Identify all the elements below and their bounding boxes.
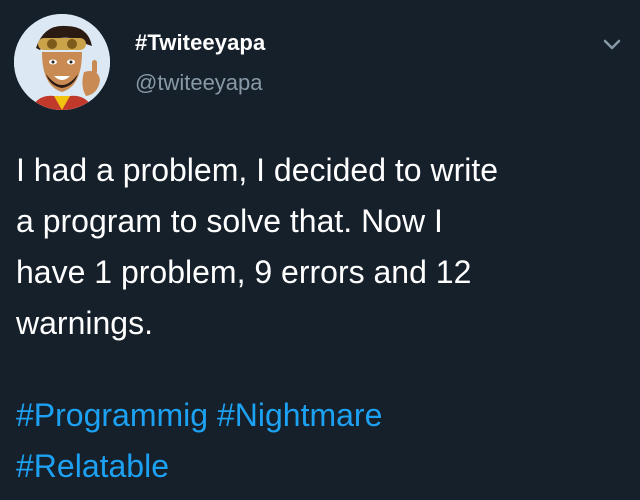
tweet-text-line: warnings.	[16, 305, 153, 341]
hashtag-list: #Programmig #Nightmare #Relatable	[16, 390, 626, 492]
user-handle[interactable]: @twiteeyapa	[135, 70, 263, 96]
display-name[interactable]: #Twiteeyapa	[135, 30, 265, 56]
avatar[interactable]	[14, 14, 110, 110]
tweet-text-line: I had a problem, I decided to write	[16, 152, 499, 188]
tweet-text-line: have 1 problem, 9 errors and 12	[16, 254, 472, 290]
hashtag-programmig[interactable]: #Programmig	[16, 397, 208, 433]
tweet-text: I had a problem, I decided to write a pr…	[16, 145, 626, 349]
tweet-text-line: a program to solve that. Now I	[16, 203, 443, 239]
cartoon-avatar-image	[14, 14, 110, 110]
hashtag-nightmare[interactable]: #Nightmare	[217, 397, 382, 433]
hashtag-relatable[interactable]: #Relatable	[16, 448, 169, 484]
chevron-down-icon[interactable]	[598, 30, 626, 58]
hashtag-line: #Programmig #Nightmare	[16, 390, 626, 441]
hashtag-line: #Relatable	[16, 441, 626, 492]
tweet-card: #Twiteeyapa @twiteeyapa I had a problem,…	[0, 0, 640, 500]
